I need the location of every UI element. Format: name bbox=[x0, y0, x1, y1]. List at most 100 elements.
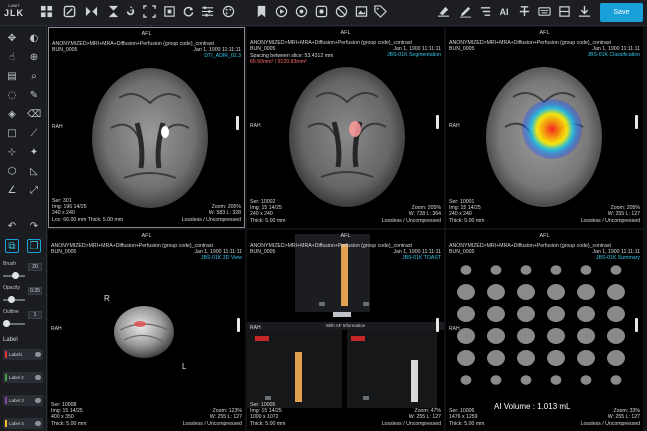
outline-value[interactable]: 1 bbox=[28, 311, 42, 319]
ban-icon[interactable] bbox=[334, 5, 348, 19]
slice-thumbnail[interactable] bbox=[517, 328, 535, 344]
visibility-toggle[interactable] bbox=[35, 375, 41, 380]
slice-thumbnail[interactable] bbox=[457, 350, 475, 366]
slice-thumbnail[interactable] bbox=[490, 265, 502, 275]
record-icon[interactable] bbox=[314, 5, 328, 19]
play-circle-icon[interactable] bbox=[274, 5, 288, 19]
brush-slider[interactable] bbox=[3, 272, 25, 279]
move-icon[interactable]: ✥ bbox=[5, 32, 19, 46]
viewport-segmentation[interactable]: AFL ANONYMIZED>MRI+MRA+Diffusion+Perfusi… bbox=[247, 27, 444, 228]
scroll-handle[interactable] bbox=[635, 115, 638, 130]
slice-thumbnail[interactable] bbox=[487, 350, 505, 366]
visibility-toggle[interactable] bbox=[35, 421, 41, 426]
ai-icon[interactable]: AI bbox=[497, 5, 511, 19]
slice-thumbnail[interactable] bbox=[547, 328, 565, 344]
outline-slider[interactable] bbox=[3, 320, 25, 327]
eraser-icon[interactable] bbox=[436, 5, 450, 19]
list-icon[interactable] bbox=[478, 5, 492, 19]
slice-thumbnail[interactable] bbox=[487, 328, 505, 344]
scroll-handle[interactable] bbox=[236, 115, 239, 130]
triangle-icon[interactable]: ◺ bbox=[27, 165, 41, 179]
slice-thumbnail[interactable] bbox=[607, 350, 625, 366]
palette-icon[interactable] bbox=[221, 5, 235, 19]
slice-thumbnail[interactable] bbox=[520, 375, 532, 385]
slice-thumbnail[interactable] bbox=[547, 350, 565, 366]
label-item[interactable]: Label1 bbox=[3, 349, 43, 360]
pan-icon[interactable]: ☝ bbox=[5, 51, 19, 65]
slice-thumbnail[interactable] bbox=[547, 306, 565, 322]
ruler-icon[interactable]: ⤢ bbox=[27, 184, 41, 198]
fill-icon[interactable]: ◈ bbox=[5, 108, 19, 122]
viewport-dwi[interactable]: AFL ANONYMIZED>MRI+MRA+Diffusion+Perfusi… bbox=[48, 27, 245, 228]
slice-thumbnail[interactable] bbox=[517, 306, 535, 322]
slice-thumbnail[interactable] bbox=[577, 284, 595, 300]
radio-circle-icon[interactable] bbox=[294, 5, 308, 19]
slice-thumbnail[interactable] bbox=[550, 265, 562, 275]
pen-icon[interactable] bbox=[458, 5, 472, 19]
undo-icon[interactable]: ↶ bbox=[5, 220, 19, 234]
scroll-handle[interactable] bbox=[436, 115, 439, 130]
crop-icon[interactable] bbox=[162, 5, 176, 19]
wand-icon[interactable]: ✦ bbox=[27, 146, 41, 160]
slice-thumbnail[interactable] bbox=[517, 350, 535, 366]
brush-slider-knob[interactable] bbox=[12, 272, 20, 279]
line-icon[interactable]: ⟋ bbox=[27, 127, 41, 141]
slice-thumbnail[interactable] bbox=[457, 306, 475, 322]
outline-slider-knob[interactable] bbox=[3, 320, 11, 327]
download-icon[interactable] bbox=[577, 5, 591, 19]
refresh-icon[interactable] bbox=[181, 5, 195, 19]
slice-thumbnail[interactable] bbox=[487, 284, 505, 300]
redo-icon[interactable]: ↷ bbox=[27, 220, 41, 234]
brush-icon[interactable]: ✎ bbox=[27, 89, 41, 103]
viewport-3d[interactable]: AFL ANONYMIZED>MRI+MRA+Diffusion+Perfusi… bbox=[48, 230, 245, 431]
slice-thumbnail[interactable] bbox=[580, 375, 592, 385]
flip-horizontal-icon[interactable] bbox=[84, 5, 98, 19]
slice-thumbnail[interactable] bbox=[577, 350, 595, 366]
scroll-handle[interactable] bbox=[436, 318, 439, 333]
slice-thumbnail[interactable] bbox=[487, 306, 505, 322]
slice-thumbnail[interactable] bbox=[547, 284, 565, 300]
visibility-toggle[interactable] bbox=[35, 352, 41, 357]
slice-thumbnail[interactable] bbox=[610, 265, 622, 275]
flip-vertical-icon[interactable] bbox=[106, 5, 120, 19]
edit-square-icon[interactable] bbox=[62, 5, 76, 19]
copy-view-icon[interactable]: ❐ bbox=[27, 239, 41, 253]
strikethrough-icon[interactable] bbox=[517, 5, 531, 19]
layers-icon[interactable] bbox=[557, 5, 571, 19]
opacity-slider-knob[interactable] bbox=[7, 296, 15, 303]
slice-thumbnail[interactable] bbox=[460, 375, 472, 385]
label-item[interactable]: Label 4 bbox=[3, 418, 43, 429]
stack-view-icon[interactable]: ⧉ bbox=[5, 239, 19, 253]
slice-thumbnail[interactable] bbox=[517, 284, 535, 300]
grid-layout-icon[interactable] bbox=[39, 5, 53, 19]
opacity-value[interactable]: 0.35 bbox=[28, 287, 42, 295]
viewport-summary[interactable]: AFL ANONYMIZED>MRI+MRA+Diffusion+Perfusi… bbox=[446, 230, 643, 431]
slice-thumbnail[interactable] bbox=[607, 328, 625, 344]
rotate-icon[interactable] bbox=[123, 5, 137, 19]
angle-icon[interactable]: ∠ bbox=[5, 184, 19, 198]
slice-thumbnail[interactable] bbox=[460, 265, 472, 275]
brush-value[interactable]: 20 bbox=[28, 263, 42, 271]
bookmark-icon[interactable] bbox=[254, 5, 268, 19]
slice-thumbnail[interactable] bbox=[607, 306, 625, 322]
keyboard-icon[interactable] bbox=[537, 5, 551, 19]
viewport-toast[interactable]: AFL ANONYMIZED>MRI+MRA+Diffusion+Perfusi… bbox=[247, 230, 444, 431]
opacity-slider[interactable] bbox=[3, 296, 25, 303]
magnify-icon[interactable]: ⌕ bbox=[27, 70, 41, 84]
eraser-tool-icon[interactable]: ⌫ bbox=[27, 108, 41, 122]
scroll-handle[interactable] bbox=[237, 318, 240, 333]
slice-thumbnail[interactable] bbox=[577, 328, 595, 344]
fit-screen-icon[interactable] bbox=[142, 5, 156, 19]
polygon-icon[interactable]: ⬡ bbox=[5, 165, 19, 179]
save-button[interactable]: Save bbox=[600, 3, 643, 22]
square-icon[interactable]: □ bbox=[5, 127, 19, 141]
node-icon[interactable]: ⊹ bbox=[5, 146, 19, 160]
zoom-icon[interactable]: ⊕ bbox=[27, 51, 41, 65]
stack-icon[interactable]: ▤ bbox=[5, 70, 19, 84]
slice-thumbnail[interactable] bbox=[577, 306, 595, 322]
lasso-icon[interactable]: ◌ bbox=[5, 89, 19, 103]
visibility-toggle[interactable] bbox=[35, 398, 41, 403]
contrast-icon[interactable]: ◐ bbox=[27, 32, 41, 46]
label-item[interactable]: Label 2 bbox=[3, 372, 43, 383]
slice-thumbnail[interactable] bbox=[580, 265, 592, 275]
